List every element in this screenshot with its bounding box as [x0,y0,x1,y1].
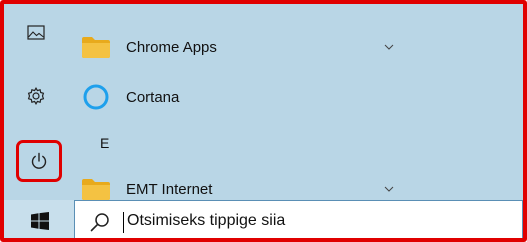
gear-icon [27,87,45,105]
app-item-chrome-apps[interactable]: Chrome Apps [66,27,396,67]
chevron-down-icon[interactable] [383,183,395,195]
group-letter-header[interactable]: E [100,135,109,151]
start-menu: Chrome Apps Cortana E EMT Internet [4,4,523,200]
app-label: EMT Internet [126,180,213,198]
cortana-icon [66,83,126,111]
app-item-cortana[interactable]: Cortana [66,77,396,117]
app-label: Cortana [126,88,180,106]
power-button[interactable] [16,140,62,182]
search-placeholder: Otsimiseks tippige siia [127,212,286,229]
pictures-icon [27,24,45,40]
windows-logo-icon [31,212,49,230]
start-menu-rail [4,4,66,200]
folder-icon [66,177,126,200]
app-item-emt-internet[interactable]: EMT Internet [66,169,396,200]
power-icon [31,152,47,169]
chevron-down-icon[interactable] [383,41,395,53]
taskbar: Otsimiseks tippige siia [4,200,523,238]
pictures-button[interactable] [14,14,58,50]
settings-button[interactable] [14,78,58,114]
search-icon [89,211,111,233]
screenshot-frame: Chrome Apps Cortana E EMT Internet Otsim… [0,0,527,242]
start-button[interactable] [18,204,62,238]
text-caret [123,212,124,233]
app-list: Chrome Apps Cortana E EMT Internet [66,4,523,200]
folder-icon [66,35,126,59]
search-box[interactable]: Otsimiseks tippige siia [74,200,523,238]
app-label: Chrome Apps [126,38,217,56]
